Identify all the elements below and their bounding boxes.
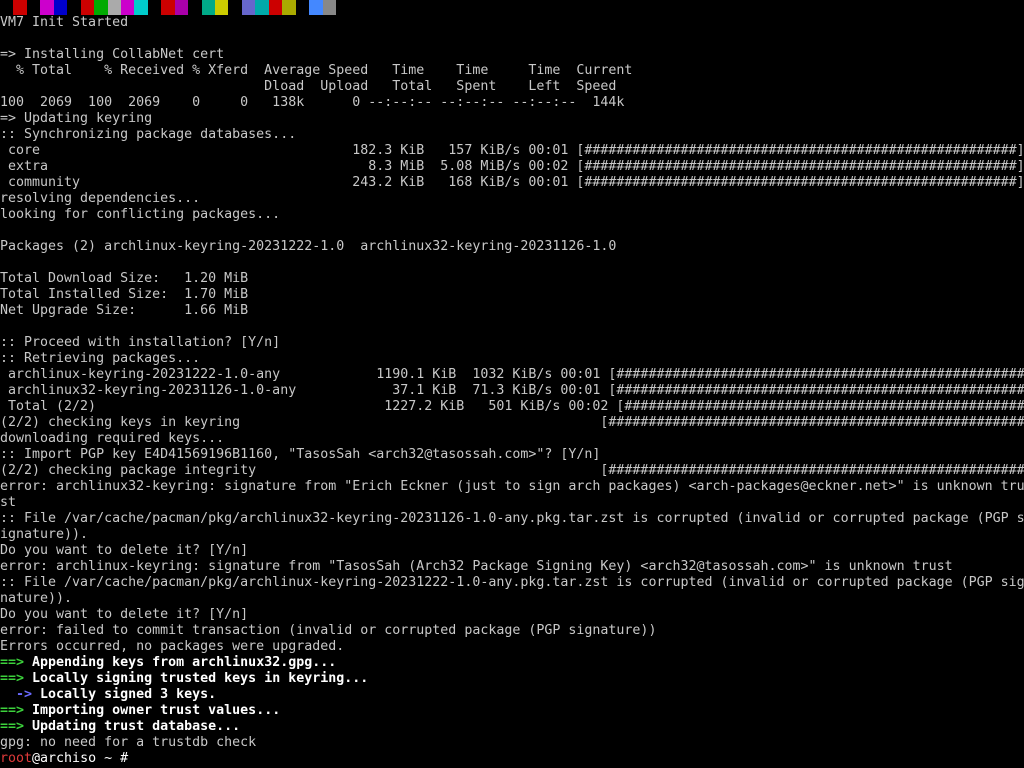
console-line: :: Import PGP key E4D41569196B1160, "Tas…: [0, 447, 601, 462]
status-arrow-prefix: ==>: [0, 719, 25, 734]
console-line: Net Upgrade Size: 1.66 MiB: [0, 303, 249, 318]
console-line: :: Synchronizing package databases...: [0, 127, 297, 142]
artifact-stripe: [94, 0, 108, 15]
artifact-stripe: [120, 0, 135, 15]
status-message: Importing owner trust values...: [24, 703, 281, 718]
artifact-stripe: [188, 0, 202, 15]
status-message: Appending keys from archlinux32.gpg...: [24, 655, 337, 670]
console-line: gpg: no need for a trustdb check: [0, 735, 257, 750]
console-line: ==> Importing owner trust values...: [0, 703, 1024, 719]
console-line: downloading required keys...: [0, 431, 225, 446]
console-line: => Updating keyring: [0, 111, 153, 126]
artifact-stripe: [282, 0, 296, 15]
console-line: nature)).: [0, 591, 73, 606]
artifact-stripe: [201, 0, 215, 15]
console-line: :: File /var/cache/pacman/pkg/archlinux-…: [0, 575, 1024, 590]
status-message: Updating trust database...: [24, 719, 241, 734]
artifact-stripe: [53, 0, 68, 15]
console-line: ignature)).: [0, 527, 89, 542]
console-line: % Total % Received % Xferd Average Speed…: [0, 63, 633, 78]
console-line: Total Download Size: 1.20 MiB: [0, 271, 249, 286]
console-line: Do you want to delete it? [Y/n]: [0, 543, 249, 558]
status-arrow-prefix: ==>: [0, 655, 25, 670]
console-line: Packages (2) archlinux-keyring-20231222-…: [0, 239, 617, 254]
artifact-stripe: [295, 0, 310, 15]
console-line: error: failed to commit transaction (inv…: [0, 623, 657, 638]
console-line: Errors occurred, no packages were upgrad…: [0, 639, 345, 654]
artifact-stripe: [0, 0, 14, 15]
artifact-stripe: [255, 0, 269, 15]
console-line: => Installing CollabNet cert: [0, 47, 225, 62]
console-output[interactable]: VM7 Init Started => Installing CollabNet …: [0, 15, 1024, 767]
console-line: community 243.2 KiB 168 KiB/s 00:01 [###…: [0, 175, 1024, 190]
console-line: ==> Updating trust database...: [0, 719, 1024, 735]
console-line: 100 2069 100 2069 0 0 138k 0 --:--:-- --…: [0, 95, 625, 110]
artifact-stripe: [134, 0, 148, 15]
artifact-stripe: [174, 0, 189, 15]
console-line: error: archlinux-keyring: signature from…: [0, 559, 953, 574]
console-line: ==> Locally signing trusted keys in keyr…: [0, 671, 1024, 687]
artifact-stripe: [268, 0, 283, 15]
console-line: :: Retrieving packages...: [0, 351, 201, 366]
artifact-stripe: [80, 0, 95, 15]
console-line: archlinux-keyring-20231222-1.0-any 1190.…: [0, 367, 1024, 382]
console-line: Total Installed Size: 1.70 MiB: [0, 287, 249, 302]
artifact-stripe: [13, 0, 27, 15]
prompt-username: root: [0, 751, 33, 766]
console-line: :: File /var/cache/pacman/pkg/archlinux3…: [0, 511, 1024, 526]
artifact-stripe: [322, 0, 336, 15]
artifact-stripe: [67, 0, 81, 15]
console-line: -> Locally signed 3 keys.: [0, 687, 1024, 703]
console-line: looking for conflicting packages...: [0, 207, 281, 222]
artifact-stripe: [241, 0, 256, 15]
console-line: (2/2) checking keys in keyring [########…: [0, 415, 1024, 430]
console-line: core 182.3 KiB 157 KiB/s 00:01 [########…: [0, 143, 1024, 158]
console-line: resolving dependencies...: [0, 191, 201, 206]
artifact-stripe: [147, 0, 162, 15]
console-line: extra 8.3 MiB 5.08 MiB/s 00:02 [########…: [0, 159, 1024, 174]
console-line: error: archlinux32-keyring: signature fr…: [0, 479, 1024, 494]
console-line: ==> Appending keys from archlinux32.gpg.…: [0, 655, 1024, 671]
console-line: st: [0, 495, 17, 510]
console-line: (2/2) checking package integrity [######…: [0, 463, 1024, 478]
artifact-stripe: [26, 0, 41, 15]
artifact-stripe: [309, 0, 323, 15]
status-arrow-prefix: ->: [0, 687, 33, 702]
artifact-stripe: [40, 0, 54, 15]
terminal-screen[interactable]: VM7 Init Started => Installing CollabNet …: [0, 0, 1024, 768]
artifact-stripe: [228, 0, 242, 15]
status-message: Locally signing trusted keys in keyring.…: [24, 671, 369, 686]
display-artifact-bar: [0, 0, 336, 15]
status-arrow-prefix: ==>: [0, 671, 25, 686]
status-arrow-prefix: ==>: [0, 703, 25, 718]
artifact-stripe: [107, 0, 121, 15]
console-line: :: Proceed with installation? [Y/n]: [0, 335, 281, 350]
artifact-stripe: [161, 0, 175, 15]
console-line: Dload Upload Total Spent Left Speed: [0, 79, 617, 94]
console-line: Do you want to delete it? [Y/n]: [0, 607, 249, 622]
artifact-stripe: [215, 0, 229, 15]
prompt-host[interactable]: @archiso ~ #: [32, 751, 128, 766]
status-message: Locally signed 3 keys.: [32, 687, 217, 702]
console-line: VM7 Init Started: [0, 15, 129, 30]
console-line: Total (2/2) 1227.2 KiB 501 KiB/s 00:02 […: [0, 399, 1024, 414]
shell-prompt[interactable]: root@archiso ~ #: [0, 751, 1024, 767]
console-line: archlinux32-keyring-20231126-1.0-any 37.…: [0, 383, 1024, 398]
